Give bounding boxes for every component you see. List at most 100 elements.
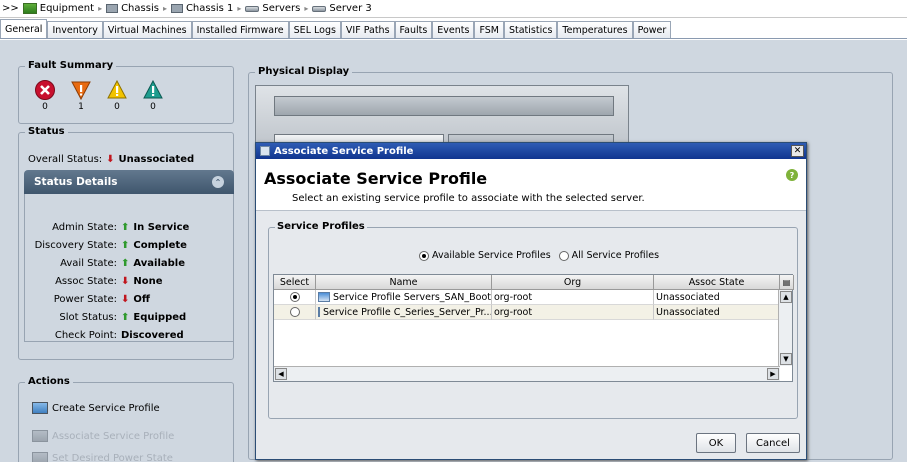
breadcrumb-separator-icon: ▸ xyxy=(98,4,103,13)
breadcrumb-server-3[interactable]: Server 3 xyxy=(312,3,372,14)
arrow-down-icon: ⬇ xyxy=(121,294,130,305)
scroll-left-icon[interactable]: ◀ xyxy=(275,368,287,380)
column-header-assoc-state[interactable]: Assoc State xyxy=(654,275,780,290)
dialog-window-title: Associate Service Profile xyxy=(274,145,414,157)
arrow-up-icon: ⬆ xyxy=(121,258,130,269)
power-state-icon xyxy=(32,452,48,462)
fault-summary-title: Fault Summary xyxy=(25,60,117,71)
actions-panel: Actions xyxy=(18,376,234,462)
power-state-value: Off xyxy=(133,294,150,305)
tab-sel-logs[interactable]: SEL Logs xyxy=(288,21,341,38)
row-name-cell: Service Profile Servers_SAN_Boot xyxy=(316,290,492,305)
major-fault-icon xyxy=(71,81,91,101)
tab-faults[interactable]: Faults xyxy=(394,21,433,38)
cancel-button[interactable]: Cancel xyxy=(746,433,800,453)
scroll-right-icon[interactable]: ▶ xyxy=(767,368,779,380)
status-details-body: Admin State: ⬆ In Service Discovery State:… xyxy=(24,194,234,342)
radio-unselected-icon[interactable] xyxy=(558,250,569,261)
table-row[interactable]: Service Profile C_Series_Server_Pr... or… xyxy=(274,305,780,320)
radio-selected-icon[interactable] xyxy=(289,292,300,302)
status-details-header[interactable]: Status Details ⌃ xyxy=(24,170,234,194)
row-select-radio[interactable] xyxy=(274,290,316,305)
major-fault-count[interactable]: 1 xyxy=(69,79,93,112)
vertical-scrollbar[interactable]: ▲ ▼ xyxy=(778,290,792,366)
scroll-down-icon[interactable]: ▼ xyxy=(780,353,792,365)
admin-state-row: Admin State: ⬆ In Service xyxy=(52,222,190,233)
breadcrumb-prefix[interactable]: >> xyxy=(2,3,19,14)
overall-status-value: Unassociated xyxy=(118,154,195,165)
help-icon[interactable]: ? xyxy=(786,169,798,181)
column-header-org[interactable]: Org xyxy=(492,275,654,290)
table-row[interactable]: Service Profile Servers_SAN_Boot org-roo… xyxy=(274,290,780,305)
radio-selected-icon[interactable] xyxy=(419,250,429,261)
critical-fault-count[interactable]: 0 xyxy=(33,79,57,112)
dialog-titlebar[interactable]: Associate Service Profile xyxy=(256,143,806,159)
horizontal-scrollbar[interactable]: ◀ ▶ xyxy=(274,366,780,381)
critical-fault-icon xyxy=(35,80,55,100)
major-fault-value: 1 xyxy=(78,102,84,112)
breadcrumb-equipment[interactable]: Equipment xyxy=(22,3,94,14)
breadcrumb-chassis-1[interactable]: Chassis 1 xyxy=(170,3,233,14)
blade-slot-top[interactable] xyxy=(274,96,614,116)
collapse-icon[interactable]: ⌃ xyxy=(212,176,224,188)
ok-button[interactable]: OK xyxy=(696,433,736,453)
breadcrumb-servers[interactable]: Servers xyxy=(245,3,300,14)
tab-events[interactable]: Events xyxy=(432,21,475,38)
service-profile-icon xyxy=(318,292,331,302)
radio-available-service-profiles[interactable]: Available Service Profiles xyxy=(419,250,551,261)
create-service-profile-action[interactable]: Create Service Profile xyxy=(32,402,160,414)
arrow-down-icon: ⬇ xyxy=(106,154,115,165)
tab-temperatures[interactable]: Temperatures xyxy=(557,21,633,38)
physical-display-title: Physical Display xyxy=(255,66,353,77)
warning-fault-icon xyxy=(143,79,163,99)
arrow-down-icon: ⬇ xyxy=(121,276,130,287)
row-select-radio[interactable] xyxy=(274,305,316,320)
tab-fsm[interactable]: FSM xyxy=(474,21,504,38)
tab-statistics[interactable]: Statistics xyxy=(503,21,558,38)
associate-service-profile-icon xyxy=(32,430,48,442)
breadcrumb-chassis[interactable]: Chassis xyxy=(106,3,159,14)
set-desired-power-state-action[interactable]: Set Desired Power State xyxy=(32,452,173,462)
radio-unselected-icon[interactable] xyxy=(289,307,300,317)
assoc-state-row: Assoc State: ⬇ None xyxy=(55,276,163,287)
row-org-cell: org-root xyxy=(492,290,654,305)
overall-status: Overall Status: ⬇ Unassociated xyxy=(28,154,194,165)
associate-service-profile-action[interactable]: Associate Service Profile xyxy=(32,430,174,442)
left-column: Fault Summary 0 1 0 0 Status Overall Sta… xyxy=(10,40,237,462)
service-profiles-table: Select Name Org Assoc State ▤ Service Pr… xyxy=(273,274,794,382)
tab-inventory[interactable]: Inventory xyxy=(47,21,103,38)
dialog-app-icon xyxy=(260,146,270,156)
minor-fault-count[interactable]: 0 xyxy=(105,79,129,112)
server-icon xyxy=(245,5,260,12)
breadcrumb-separator-icon: ▸ xyxy=(162,4,167,13)
tab-general[interactable]: General xyxy=(0,19,48,38)
tab-power[interactable]: Power xyxy=(632,21,672,38)
scroll-up-icon[interactable]: ▲ xyxy=(780,291,792,303)
close-icon[interactable]: ✕ xyxy=(791,145,804,157)
check-point-value: Discovered xyxy=(121,330,184,341)
discovery-state-value: Complete xyxy=(133,240,187,251)
table-header-row: Select Name Org Assoc State ▤ xyxy=(274,275,794,290)
tab-virtual-machines[interactable]: Virtual Machines xyxy=(102,21,192,38)
column-header-select[interactable]: Select xyxy=(274,275,316,290)
warning-fault-count[interactable]: 0 xyxy=(141,79,165,112)
column-chooser-icon[interactable]: ▤ xyxy=(780,275,794,290)
check-point-row: Check Point: Discovered xyxy=(54,330,184,341)
power-state-row: Power State: ⬇ Off xyxy=(53,294,150,305)
chassis-icon xyxy=(106,4,119,13)
radio-all-service-profiles[interactable]: All Service Profiles xyxy=(558,250,659,261)
tab-bar: General Inventory Virtual Machines Insta… xyxy=(0,19,907,39)
dialog-heading: Associate Service Profile xyxy=(264,169,488,188)
tab-vif-paths[interactable]: VIF Paths xyxy=(340,21,395,38)
dialog-header: Associate Service Profile Select an exis… xyxy=(256,159,806,211)
status-title: Status xyxy=(25,126,68,137)
dialog-subheading: Select an existing service profile to as… xyxy=(292,193,645,204)
row-name-cell: Service Profile C_Series_Server_Pr... xyxy=(316,305,492,320)
slot-status-row: Slot Status: ⬆ Equipped xyxy=(59,312,187,323)
column-header-name[interactable]: Name xyxy=(316,275,492,290)
discovery-state-row: Discovery State: ⬆ Complete xyxy=(34,240,187,251)
tab-installed-firmware[interactable]: Installed Firmware xyxy=(191,21,289,38)
fault-summary-panel: Fault Summary 0 1 0 0 xyxy=(18,60,234,124)
slot-status-value: Equipped xyxy=(133,312,187,323)
profile-filter-radios: Available Service Profiles All Service P… xyxy=(419,250,659,261)
